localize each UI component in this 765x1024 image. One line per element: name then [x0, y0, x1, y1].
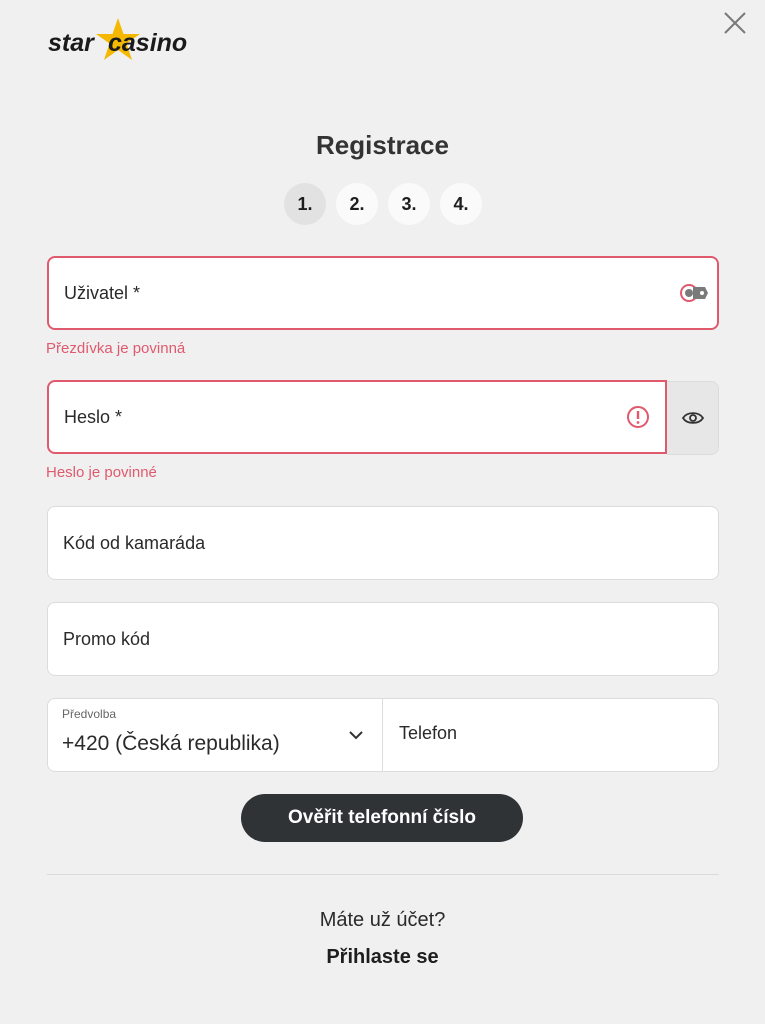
close-button[interactable]: [722, 10, 748, 36]
login-link[interactable]: Přihlaste se: [0, 946, 765, 969]
logo-text-left: star: [48, 29, 95, 57]
promo-code-input[interactable]: [63, 603, 718, 675]
username-input[interactable]: [64, 258, 717, 328]
step-1[interactable]: 1.: [284, 183, 326, 225]
error-exclamation-icon: [623, 402, 653, 432]
verify-phone-button[interactable]: Ověřit telefonní číslo: [241, 794, 523, 842]
password-field-wrapper: [47, 380, 667, 454]
username-field-wrapper: [47, 256, 719, 330]
step-4[interactable]: 4.: [440, 183, 482, 225]
friend-code-field-wrapper: [47, 506, 719, 580]
phone-input[interactable]: [399, 723, 718, 744]
username-error: Přezdívka je povinná: [46, 340, 186, 357]
divider: [47, 874, 719, 875]
phone-prefix-value: +420 (Česká republika): [62, 732, 280, 755]
autofill-key-icon[interactable]: [679, 278, 709, 308]
eye-icon: [681, 412, 704, 424]
chevron-down-icon: [349, 731, 363, 740]
promo-code-field-wrapper: [47, 602, 719, 676]
phone-row: Předvolba +420 (Česká republika): [47, 698, 719, 772]
starcasino-logo[interactable]: star casino: [46, 16, 216, 64]
password-input[interactable]: [64, 382, 665, 452]
step-indicator: 1. 2. 3. 4.: [284, 183, 482, 225]
phone-prefix-select[interactable]: Předvolba +420 (Česká republika): [47, 698, 383, 772]
phone-prefix-label: Předvolba: [62, 707, 117, 721]
step-3[interactable]: 3.: [388, 183, 430, 225]
step-2[interactable]: 2.: [336, 183, 378, 225]
has-account-text: Máte už účet?: [319, 909, 446, 931]
password-error: Heslo je povinné: [46, 464, 157, 481]
toggle-password-visibility-button[interactable]: [667, 381, 719, 455]
friend-code-input[interactable]: [63, 507, 718, 579]
close-icon: [724, 12, 746, 34]
page-title: Registrace: [316, 130, 449, 160]
logo-text-right: casino: [108, 29, 187, 57]
phone-field-wrapper: [383, 698, 719, 772]
